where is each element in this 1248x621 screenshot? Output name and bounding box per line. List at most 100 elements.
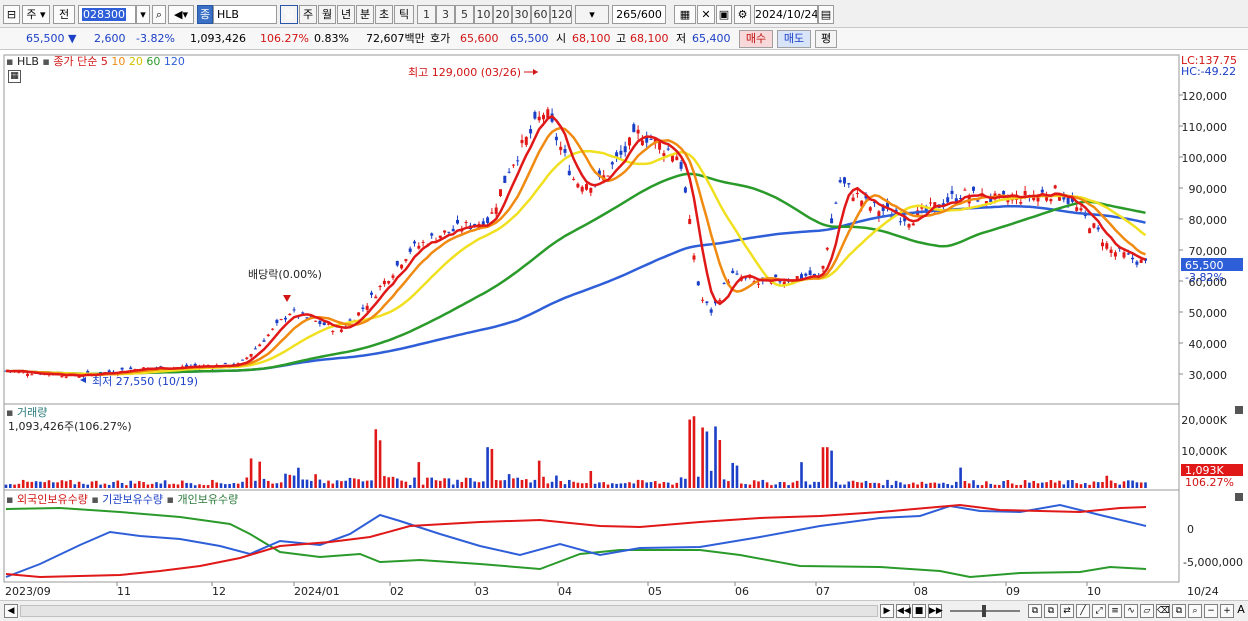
scroll-left-icon[interactable]: ◀ xyxy=(4,604,18,618)
horizontal-scrollbar[interactable] xyxy=(20,605,878,617)
zoom-slider-handle[interactable] xyxy=(982,605,986,617)
volume-bar xyxy=(447,478,451,488)
layout-icon[interactable]: ⧉ xyxy=(1028,604,1042,618)
trade-amount: 72,607백만 xyxy=(366,32,425,45)
trend-tool-icon[interactable]: ⤢ xyxy=(1092,604,1106,618)
code-dropdown-icon[interactable]: ▾ xyxy=(136,5,150,24)
volume-bar xyxy=(176,484,180,488)
window-menu-icon[interactable]: ⊟ xyxy=(3,5,20,24)
copy-icon[interactable]: ⧉ xyxy=(1172,604,1186,618)
volume-bar xyxy=(499,480,502,488)
interval-20-label: 20 xyxy=(495,8,510,21)
volume-bar xyxy=(894,480,898,488)
candle-body xyxy=(1053,185,1057,189)
volume-bar xyxy=(602,482,605,488)
period-week-label: 주 xyxy=(302,8,314,21)
legend-marker-icon: ▪ xyxy=(166,493,174,506)
volume-bar xyxy=(1053,482,1057,488)
candle-body xyxy=(911,223,915,226)
candle-body xyxy=(223,362,227,364)
interval-3-button[interactable]: 3 xyxy=(436,5,455,24)
zoom-search-icon[interactable]: ⌕ xyxy=(1188,604,1202,618)
fast-forward-icon[interactable]: ▶▶ xyxy=(928,604,943,618)
volume-bar xyxy=(443,478,446,488)
volume-bar xyxy=(533,479,537,488)
volume-bar xyxy=(335,480,339,488)
volume-bar xyxy=(116,480,120,488)
candle-body xyxy=(438,235,442,239)
line-tool-icon[interactable]: ╱ xyxy=(1076,604,1090,618)
volume-panel-close-icon[interactable] xyxy=(1235,406,1243,414)
period-minute-button[interactable]: 분 xyxy=(356,5,374,24)
interval-60-button[interactable]: 60 xyxy=(531,5,550,24)
stock-name-field[interactable]: HLB xyxy=(213,5,277,24)
interval-custom-select[interactable]: ▾ xyxy=(575,5,609,24)
volume-bar xyxy=(1049,480,1053,488)
date-field[interactable]: 2024/10/24 xyxy=(754,5,818,24)
period-tick-label: 틱 xyxy=(398,8,410,21)
x-tick-label: 08 xyxy=(914,585,928,598)
buy-button[interactable]: 매수 xyxy=(739,30,773,48)
period-month-button[interactable]: 월 xyxy=(318,5,336,24)
gear-icon[interactable]: ⚙ xyxy=(734,5,751,24)
volume-bar xyxy=(400,480,403,488)
volume-bar xyxy=(163,480,167,488)
candle-body xyxy=(662,153,666,157)
chart-tools-icon[interactable]: ▦ xyxy=(674,5,696,24)
period-week-button[interactable]: 주 xyxy=(299,5,317,24)
crosshair-icon[interactable]: ✕ xyxy=(697,5,715,24)
stop-icon[interactable]: ■ xyxy=(912,604,926,618)
volume-bar xyxy=(529,482,532,488)
wave-tool-icon[interactable]: ∿ xyxy=(1124,604,1138,618)
interval-10-button[interactable]: 10 xyxy=(474,5,493,24)
mode-select[interactable]: 주 ▾ xyxy=(22,5,50,24)
save-icon[interactable]: ▣ xyxy=(716,5,732,24)
holding-panel-close-icon[interactable] xyxy=(1235,493,1243,501)
prev-button[interactable]: 전 xyxy=(53,5,75,24)
stock-type-button[interactable]: 종 xyxy=(197,5,213,24)
font-size-icon[interactable]: A xyxy=(1234,604,1248,618)
search-icon[interactable]: ⌕ xyxy=(152,5,166,24)
pyeong-button[interactable]: 평 xyxy=(815,30,837,48)
candle-body xyxy=(464,221,468,224)
volume-bar xyxy=(666,482,670,488)
scroll-right-icon[interactable]: ▶ xyxy=(880,604,894,618)
volume-bar xyxy=(1139,482,1143,488)
zoom-in-icon[interactable]: + xyxy=(1220,604,1234,618)
period-day-button[interactable]: 일 xyxy=(280,5,298,24)
chart-area[interactable]: 120,000 110,000 100,000 90,000 80,000 70… xyxy=(0,50,1248,600)
erase-tool-icon[interactable]: ⌫ xyxy=(1156,604,1170,618)
table-view-icon[interactable]: ▦ xyxy=(8,70,21,83)
period-second-button[interactable]: 초 xyxy=(375,5,393,24)
rewind-icon[interactable]: ◀◀ xyxy=(896,604,911,618)
interval-30-button[interactable]: 30 xyxy=(512,5,531,24)
calendar-icon[interactable]: ▤ xyxy=(818,5,834,24)
interval-120-button[interactable]: 120 xyxy=(550,5,572,24)
interval-5-button[interactable]: 5 xyxy=(455,5,474,24)
candle-body xyxy=(972,186,975,191)
compare-icon[interactable]: ⇄ xyxy=(1060,604,1074,618)
volume-y-tick: 20,000K xyxy=(1181,414,1227,427)
stock-code-input[interactable]: 028300 xyxy=(78,5,136,24)
shape-tool-icon[interactable]: ▱ xyxy=(1140,604,1154,618)
split-icon[interactable]: ⧉ xyxy=(1044,604,1058,618)
candle-body xyxy=(950,190,954,195)
volume-bar xyxy=(4,484,8,488)
period-tick-button[interactable]: 틱 xyxy=(394,5,414,24)
volume-bar xyxy=(112,481,115,488)
volume-bar xyxy=(327,480,330,488)
interval-20-button[interactable]: 20 xyxy=(493,5,512,24)
chart-svg[interactable]: 120,000 110,000 100,000 90,000 80,000 70… xyxy=(0,50,1248,600)
period-year-button[interactable]: 년 xyxy=(337,5,355,24)
data-count-field[interactable]: 265/600 xyxy=(612,5,666,24)
holding-y-tick: -5,000,000 xyxy=(1183,556,1243,569)
fib-tool-icon[interactable]: ≡ xyxy=(1108,604,1122,618)
x-tick-label: 09 xyxy=(1006,585,1020,598)
volume-bar xyxy=(606,484,610,488)
sell-button[interactable]: 매도 xyxy=(777,30,811,48)
speaker-icon[interactable]: ◀▾ xyxy=(168,5,194,24)
candle-body xyxy=(1139,259,1143,263)
interval-1-button[interactable]: 1 xyxy=(417,5,436,24)
zoom-out-icon[interactable]: − xyxy=(1204,604,1218,618)
volume-bar xyxy=(159,483,163,488)
